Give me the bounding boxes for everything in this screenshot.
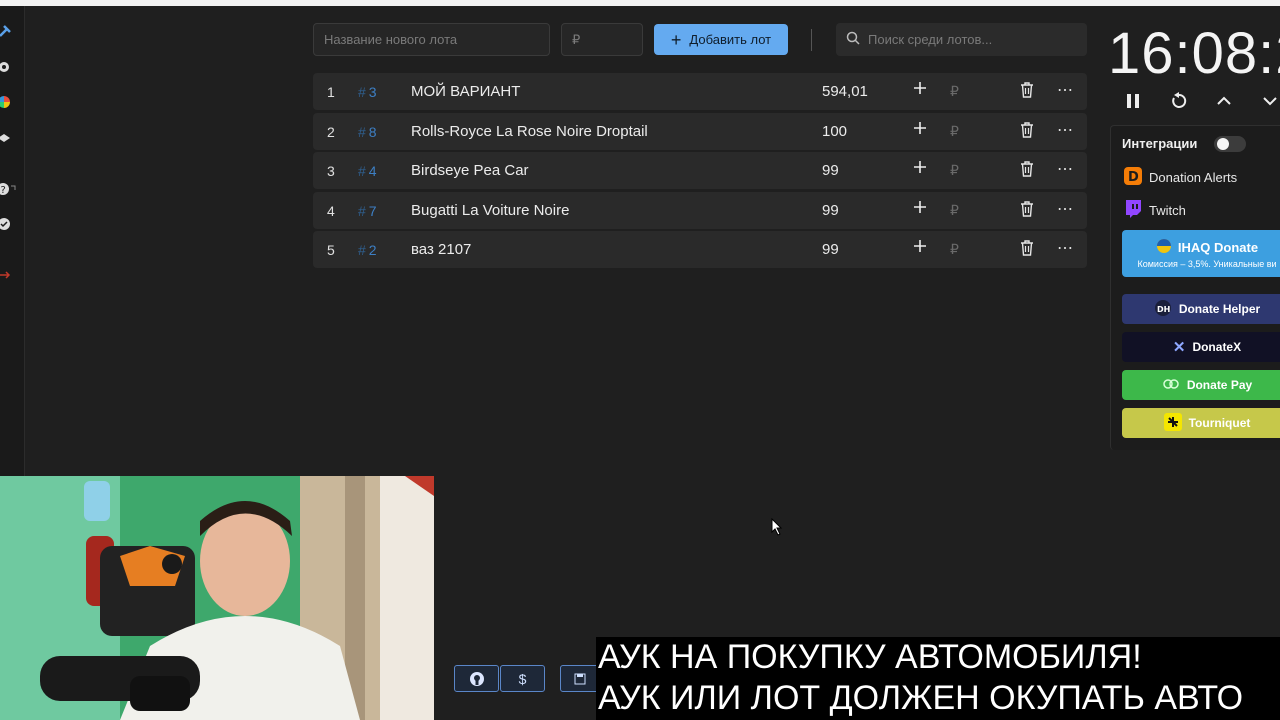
more-options-icon[interactable]: ⋯ xyxy=(1057,80,1074,100)
github-icon[interactable] xyxy=(454,665,499,692)
currency-symbol: ₽ xyxy=(950,202,959,218)
lot-index: 5 xyxy=(327,241,335,258)
auction-icon[interactable] xyxy=(0,24,12,38)
lot-amount-input[interactable]: ₽ xyxy=(561,23,643,56)
lot-row[interactable]: 4 #7 Bugatti La Voiture Noire 99 ₽ ⋯ xyxy=(313,192,1087,229)
integrations-toggle[interactable] xyxy=(1214,136,1246,152)
check-icon[interactable] xyxy=(0,217,11,231)
lot-amount[interactable]: 99 xyxy=(822,202,839,219)
layers-icon[interactable] xyxy=(0,131,11,145)
twitch-icon xyxy=(1123,199,1143,222)
caption-line-1: АУК НА ПОКУПКУ АВТОМОБИЛЯ! xyxy=(598,638,1142,676)
ihaq-icon xyxy=(1156,238,1172,257)
donatex-icon: ✕ xyxy=(1172,339,1186,356)
lot-fast-id: #2 xyxy=(358,241,377,258)
stream-caption: АУК НА ПОКУПКУ АВТОМОБИЛЯ! АУК ИЛИ ЛОТ Д… xyxy=(596,637,1280,720)
lot-amount[interactable]: 100 xyxy=(822,123,847,140)
tourniquet-icon xyxy=(1163,412,1182,434)
twitch-item[interactable]: Twitch xyxy=(1123,199,1186,222)
lot-name-input[interactable]: Название нового лота xyxy=(313,23,550,56)
add-amount-icon[interactable] xyxy=(913,200,927,218)
trash-icon[interactable] xyxy=(1020,240,1034,260)
lot-name[interactable]: Rolls-Royce La Rose Noire Droptail xyxy=(411,123,648,140)
lot-row[interactable]: 3 #4 Birdseye Pea Car 99 ₽ ⋯ xyxy=(313,152,1087,189)
svg-text:D: D xyxy=(1128,170,1139,185)
left-rail: ? xyxy=(0,6,25,476)
svg-text:DH: DH xyxy=(1157,305,1170,314)
caption-line-2: АУК ИЛИ ЛОТ ДОЛЖЕН ОКУПАТЬ АВТО xyxy=(598,679,1244,717)
wheel-icon[interactable] xyxy=(0,95,11,109)
lot-name[interactable]: Birdseye Pea Car xyxy=(411,162,529,179)
add-amount-icon[interactable] xyxy=(913,81,927,99)
currency-symbol: ₽ xyxy=(950,123,959,139)
hash-symbol: # xyxy=(358,83,366,100)
top-strip xyxy=(0,0,1280,6)
add-amount-icon[interactable] xyxy=(913,160,927,178)
search-input[interactable]: Поиск среди лотов... xyxy=(836,23,1087,56)
timer-display: 16:08:2 xyxy=(1108,21,1280,86)
donate-dollar-button[interactable]: $ xyxy=(500,665,545,692)
currency-symbol: ₽ xyxy=(950,83,959,99)
mouse-cursor-icon xyxy=(771,517,783,541)
lot-index: 2 xyxy=(327,123,335,140)
donation-alerts-item[interactable]: D Donation Alerts xyxy=(1123,166,1237,189)
donate-helper-card[interactable]: DH Donate Helper xyxy=(1122,294,1280,324)
lot-row[interactable]: 5 #2 ваз 2107 99 ₽ ⋯ xyxy=(313,231,1087,268)
lot-name[interactable]: Bugatti La Voiture Noire xyxy=(411,202,569,219)
chevron-down-icon[interactable] xyxy=(1262,92,1278,115)
trash-icon[interactable] xyxy=(1020,122,1034,142)
integrations-panel: Интеграции D Donation Alerts Twitch IHAQ… xyxy=(1110,125,1280,450)
currency-symbol: ₽ xyxy=(950,162,959,178)
svg-text:?: ? xyxy=(1,185,6,196)
plus-icon: + xyxy=(670,29,682,50)
gear-icon[interactable] xyxy=(0,60,11,74)
more-options-icon[interactable]: ⋯ xyxy=(1057,199,1074,219)
donatex-card[interactable]: ✕ DonateX xyxy=(1122,332,1280,362)
webcam-overlay xyxy=(0,476,434,720)
more-options-icon[interactable]: ⋯ xyxy=(1057,120,1074,140)
hash-symbol: # xyxy=(358,162,366,179)
lot-fast-id: #7 xyxy=(358,202,377,219)
lot-amount[interactable]: 99 xyxy=(822,241,839,258)
donate-pay-icon xyxy=(1162,378,1180,393)
restart-icon[interactable] xyxy=(1170,92,1188,115)
lot-name[interactable]: МОЙ ВАРИАНТ xyxy=(411,83,520,100)
trash-icon[interactable] xyxy=(1020,82,1034,102)
tourniquet-card[interactable]: Tourniquet xyxy=(1122,408,1280,438)
hash-symbol: # xyxy=(358,123,366,140)
lot-row[interactable]: 2 #8 Rolls-Royce La Rose Noire Droptail … xyxy=(313,113,1087,150)
lot-amount[interactable]: 594,01 xyxy=(822,83,868,100)
lot-amount[interactable]: 99 xyxy=(822,162,839,179)
logout-icon[interactable] xyxy=(0,268,11,282)
hash-symbol: # xyxy=(358,241,366,258)
lot-index: 3 xyxy=(327,162,335,179)
chevron-up-icon[interactable] xyxy=(1216,92,1232,115)
lot-name[interactable]: ваз 2107 xyxy=(411,241,471,258)
trash-icon[interactable] xyxy=(1020,161,1034,181)
more-options-icon[interactable]: ⋯ xyxy=(1057,238,1074,258)
toolbar-divider xyxy=(811,29,812,51)
donation-alerts-icon: D xyxy=(1123,166,1143,189)
lot-fast-id: #4 xyxy=(358,162,377,179)
add-amount-icon[interactable] xyxy=(913,121,927,139)
currency-symbol: ₽ xyxy=(950,241,959,257)
lot-index: 4 xyxy=(327,202,335,219)
trash-icon[interactable] xyxy=(1020,201,1034,221)
lot-row[interactable]: 1 #3 МОЙ ВАРИАНТ 594,01 ₽ ⋯ xyxy=(313,73,1087,110)
add-lot-button[interactable]: + Добавить лот xyxy=(654,24,788,55)
help-icon[interactable]: ? xyxy=(0,182,16,196)
save-icon[interactable] xyxy=(560,665,600,692)
lot-fast-id: #3 xyxy=(358,83,377,100)
lot-index: 1 xyxy=(327,83,335,100)
lot-fast-id: #8 xyxy=(358,123,377,140)
add-amount-icon[interactable] xyxy=(913,239,927,257)
search-icon xyxy=(846,31,860,48)
donate-pay-card[interactable]: Donate Pay xyxy=(1122,370,1280,400)
ihaq-donate-card[interactable]: IHAQ Donate Комиссия – 3,5%. Уникальные … xyxy=(1122,230,1280,277)
hash-symbol: # xyxy=(358,202,366,219)
more-options-icon[interactable]: ⋯ xyxy=(1057,159,1074,179)
integrations-title: Интеграции xyxy=(1122,136,1198,151)
donate-helper-icon: DH xyxy=(1154,299,1172,320)
pause-icon[interactable] xyxy=(1125,92,1141,115)
